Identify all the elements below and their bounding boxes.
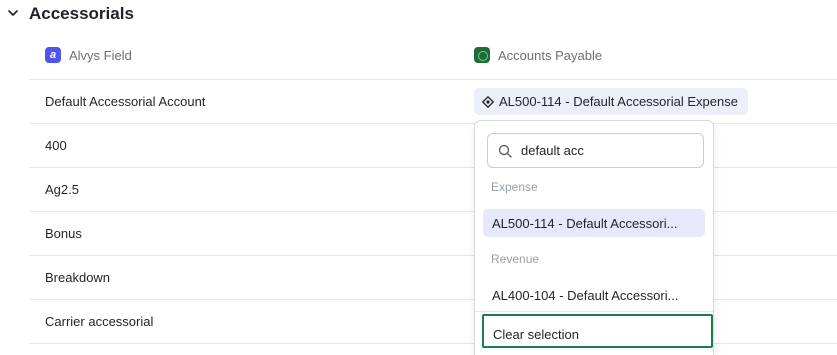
table-row-label: Breakdown bbox=[45, 270, 111, 285]
section-title: Accessorials bbox=[29, 4, 134, 23]
option-group-expense: Expense bbox=[491, 180, 538, 194]
table-row-label: Bonus bbox=[45, 226, 82, 241]
dropdown-divider bbox=[475, 311, 713, 312]
clear-selection-button[interactable]: Clear selection bbox=[482, 314, 713, 348]
account-dropdown: Expense AL500-114 - Default Accessori...… bbox=[474, 120, 714, 355]
option-group-revenue: Revenue bbox=[491, 252, 540, 266]
account-select-chip[interactable]: AL500-114 - Default Accessorial Expense bbox=[474, 88, 748, 115]
row-divider bbox=[29, 123, 837, 124]
row-divider bbox=[29, 167, 837, 168]
option-al400-104[interactable]: AL400-104 - Default Accessori... bbox=[483, 281, 705, 309]
row-divider bbox=[29, 343, 837, 344]
chevron-down-icon[interactable] bbox=[8, 9, 18, 17]
table-row-label: Ag2.5 bbox=[45, 182, 79, 197]
target-icon bbox=[482, 95, 494, 108]
table-row-label: 400 bbox=[45, 138, 67, 153]
row-divider bbox=[29, 299, 837, 300]
row-divider bbox=[29, 211, 837, 212]
column-header-alvys-field: a Alvys Field bbox=[45, 45, 132, 65]
alvys-logo-icon: a bbox=[45, 47, 61, 63]
search-input[interactable] bbox=[521, 143, 691, 158]
account-select-value: AL500-114 - Default Accessorial Expense bbox=[499, 94, 738, 109]
search-icon bbox=[498, 144, 512, 158]
table-row-label: Carrier accessorial bbox=[45, 314, 154, 329]
option-al500-114[interactable]: AL500-114 - Default Accessori... bbox=[483, 209, 705, 237]
column-header-label: Alvys Field bbox=[69, 47, 132, 63]
column-header-accounts-payable: Accounts Payable bbox=[474, 45, 602, 65]
search-field[interactable] bbox=[487, 133, 704, 168]
row-divider bbox=[29, 79, 837, 80]
column-header-label: Accounts Payable bbox=[498, 47, 603, 63]
quickbooks-logo-icon bbox=[474, 47, 490, 63]
row-divider bbox=[29, 255, 837, 256]
table-row-label: Default Accessorial Account bbox=[45, 94, 206, 109]
